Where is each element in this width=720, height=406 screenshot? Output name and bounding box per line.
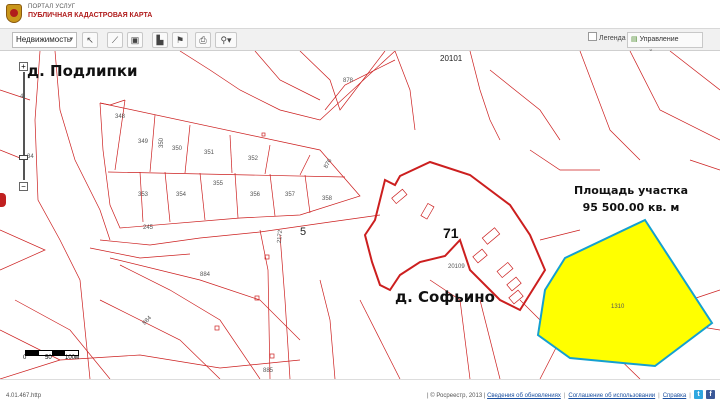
info-icon[interactable]: ▣ [127, 32, 143, 48]
emblem-icon [6, 4, 22, 23]
quarter-20101: 20101 [440, 54, 463, 63]
footer: 4.01.467.http | © Росреестр, 2013 | Свед… [0, 379, 720, 406]
link-icon[interactable]: ⚲▾ [215, 32, 237, 48]
scale-tick-100: 100м [65, 355, 80, 361]
help-link[interactable]: Справка [663, 393, 687, 399]
zoom-handle[interactable] [19, 155, 28, 160]
terms-link[interactable]: Соглашение об использовании [568, 393, 655, 399]
parcel-353: 353 [138, 192, 149, 198]
footer-links: | © Росреестр, 2013 | Сведения об обновл… [427, 393, 691, 399]
parcel-34: 34 [27, 154, 34, 160]
legend-label: Легенда [599, 35, 626, 42]
updates-link[interactable]: Сведения об обновлениях [487, 393, 561, 399]
side-panel-toggle[interactable] [0, 193, 6, 207]
parcel-352: 352 [248, 156, 259, 162]
parcel-356: 356 [250, 192, 261, 198]
bookmark-icon[interactable]: ⚑ [172, 32, 188, 48]
parcel-878: 878 [343, 78, 354, 84]
parcel-884: 884 [200, 272, 211, 278]
area-caption-line1: Площадь участка [574, 184, 689, 197]
parcel-351: 351 [204, 150, 215, 156]
area-caption: Площадь участка 95 500.00 кв. м [574, 182, 688, 216]
parcel-245: 245 [143, 225, 154, 231]
header: ПОРТАЛ УСЛУГ ПУБЛИЧНАЯ КАДАСТРОВАЯ КАРТА [0, 0, 720, 28]
legend-checkbox[interactable] [588, 32, 597, 41]
parcel-350a: 350 [159, 137, 165, 148]
zoom-rail[interactable] [23, 72, 25, 180]
toolbar: Недвижимость ▾ ↖ ⟋ ▣ ▙ ⚑ ⎙ ⚲▾ Легенда ▤ … [0, 28, 720, 57]
parcel-1310: 1310 [611, 304, 625, 310]
parcel-357: 357 [285, 192, 296, 198]
parcel-349: 349 [138, 139, 149, 145]
scale-tick-0: 0 [23, 355, 27, 361]
parcel-884b: 884 [142, 315, 154, 327]
copyright: | © Росреестр, 2013 | [427, 393, 486, 399]
zoom-slider[interactable]: + − [19, 62, 28, 191]
parcel-20109: 20109 [448, 264, 465, 270]
map-control-icon: ▤ [631, 36, 638, 43]
parcel-355: 355 [213, 181, 224, 187]
select-icon[interactable]: ↖ [82, 32, 98, 48]
map-control-dropdown[interactable]: ▤ Управление картой ▾ [627, 32, 703, 57]
parcel-358: 358 [322, 196, 333, 202]
parcel-2172: 2172 [277, 229, 284, 243]
highlighted-parcel[interactable] [536, 218, 714, 368]
block-label-71: 71 [443, 225, 459, 241]
measure-icon[interactable]: ⟋ [107, 32, 123, 48]
chevron-down-icon: ▾ [69, 36, 73, 43]
twitter-icon[interactable]: t [694, 390, 703, 399]
layer-select[interactable]: Недвижимость ▾ [12, 32, 77, 48]
version-label: 4.01.467.http [6, 393, 42, 399]
portal-label[interactable]: ПОРТАЛ УСЛУГ [28, 4, 75, 10]
parcel-354: 354 [176, 192, 187, 198]
parcel-350: 350 [172, 146, 183, 152]
legend-toggle[interactable]: Легенда [588, 32, 628, 48]
print-icon[interactable]: ⎙ [195, 32, 211, 48]
parcel-885: 885 [263, 368, 274, 374]
block-label-5: 5 [300, 226, 306, 238]
sofino-buildings [391, 188, 524, 305]
chart-icon[interactable]: ▙ [152, 32, 168, 48]
scale-tick-50: 50 [45, 355, 52, 361]
zoom-out-button[interactable]: − [19, 182, 28, 191]
village-label-podlipki: д. Подлипки [27, 62, 138, 80]
app-title[interactable]: ПУБЛИЧНАЯ КАДАСТРОВАЯ КАРТА [28, 12, 152, 19]
area-caption-line2: 95 500.00 кв. м [582, 201, 680, 214]
parcel-348: 348 [115, 114, 126, 120]
facebook-icon[interactable]: f [706, 390, 715, 399]
layer-select-value: Недвижимость [16, 35, 72, 44]
village-label-sofino: д. Софьино [395, 288, 495, 306]
